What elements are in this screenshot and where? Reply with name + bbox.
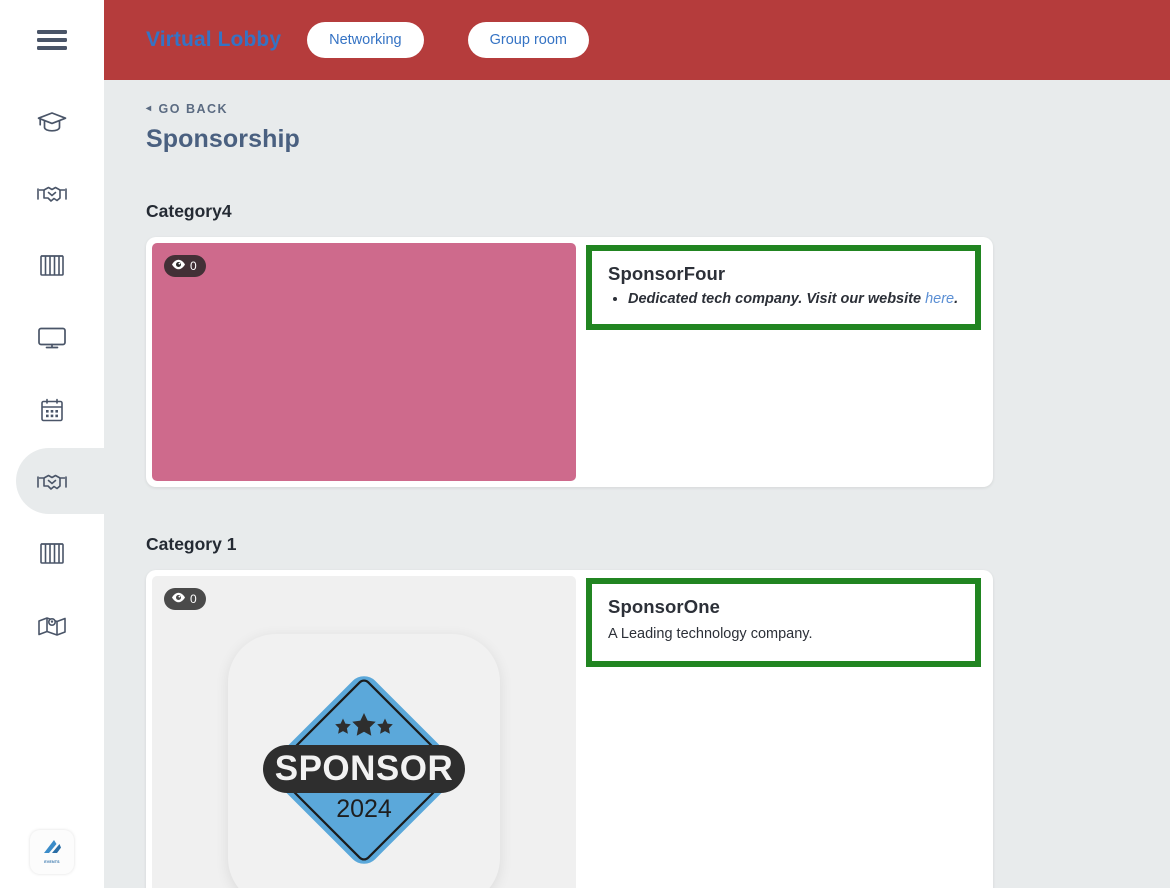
handshake-icon	[37, 471, 67, 493]
sidebar-item-booths[interactable]	[0, 230, 104, 302]
booth-icon	[39, 254, 65, 278]
eye-icon	[171, 592, 186, 606]
calendar-icon	[40, 398, 64, 423]
view-count-value: 0	[190, 259, 197, 273]
caret-left-icon: ◂	[146, 103, 153, 114]
sponsor-media[interactable]: 0	[152, 576, 576, 888]
sidebar-item-schedule[interactable]	[0, 374, 104, 446]
app-root: EVENTS Virtual Lobby Networking Group ro…	[0, 0, 1170, 888]
sidebar-item-map[interactable]	[0, 590, 104, 662]
networking-button[interactable]: Networking	[307, 22, 424, 58]
brand-word: EVENTS	[44, 860, 60, 865]
view-count-value: 0	[190, 592, 197, 606]
go-back-link[interactable]: ◂ GO BACK	[146, 102, 1128, 116]
sponsor-description-list: Dedicated tech company. Visit our websit…	[628, 290, 961, 310]
sponsor-description: A Leading technology company.	[608, 626, 813, 642]
map-icon	[37, 614, 67, 638]
monitor-icon	[37, 326, 67, 350]
sponsor-website-link[interactable]: here	[925, 291, 954, 307]
sidebar-item-networking[interactable]	[0, 158, 104, 230]
svg-text:SPONSOR: SPONSOR	[275, 749, 454, 788]
brand-logo[interactable]: EVENTS	[30, 830, 74, 874]
sponsor-info: SponsorOne A Leading technology company.	[576, 570, 993, 888]
sponsor-badge-logo: SPONSOR 2024	[228, 634, 500, 888]
sponsor-card[interactable]: 0 SPONSOR 2024 SponsorOne A Leading tech…	[146, 570, 993, 888]
page-title: Sponsorship	[146, 125, 300, 153]
sidebar-item-education[interactable]	[0, 86, 104, 158]
eye-icon	[171, 259, 186, 273]
sponsor-card[interactable]: 0 SponsorFour Dedicated tech company. Vi…	[146, 237, 993, 487]
topbar: Virtual Lobby Networking Group room	[104, 0, 1170, 80]
sidebar: EVENTS	[0, 0, 136, 888]
sponsor-highlight-box: SponsorFour Dedicated tech company. Visi…	[586, 245, 981, 330]
sidebar-item-live[interactable]	[0, 302, 104, 374]
sponsor-info: SponsorFour Dedicated tech company. Visi…	[576, 237, 993, 487]
view-count-badge: 0	[164, 588, 206, 610]
brand-mark-icon	[41, 839, 63, 860]
sponsor-name: SponsorFour	[608, 263, 726, 284]
sponsor-description-prefix: Dedicated tech company. Visit our websit…	[628, 291, 926, 307]
sidebar-item-menu[interactable]	[0, 0, 104, 80]
sponsor-description-suffix: .	[954, 291, 959, 307]
svg-text:2024: 2024	[336, 795, 392, 823]
sidebar-item-sponsors[interactable]	[0, 446, 136, 518]
booth-icon	[39, 542, 65, 566]
category-title: Category 1	[146, 534, 237, 554]
go-back-label: GO BACK	[158, 102, 229, 116]
main-area: Virtual Lobby Networking Group room ◂ GO…	[104, 0, 1170, 888]
content: ◂ GO BACK Sponsorship Category4 0 Sponso…	[104, 80, 1170, 888]
view-count-badge: 0	[164, 255, 206, 277]
sidebar-item-exhibitors[interactable]	[0, 518, 104, 590]
graduation-cap-icon	[37, 110, 67, 134]
handshake-icon	[37, 183, 67, 205]
sponsor-highlight-box: SponsorOne A Leading technology company.	[586, 578, 981, 667]
topbar-title: Virtual Lobby	[146, 28, 282, 51]
category-title: Category4	[146, 201, 232, 221]
hamburger-menu-icon	[37, 29, 67, 51]
list-item: Dedicated tech company. Visit our websit…	[628, 290, 961, 310]
sponsor-media[interactable]: 0	[152, 243, 576, 481]
group-room-button[interactable]: Group room	[467, 22, 589, 58]
sponsor-name: SponsorOne	[608, 596, 721, 617]
